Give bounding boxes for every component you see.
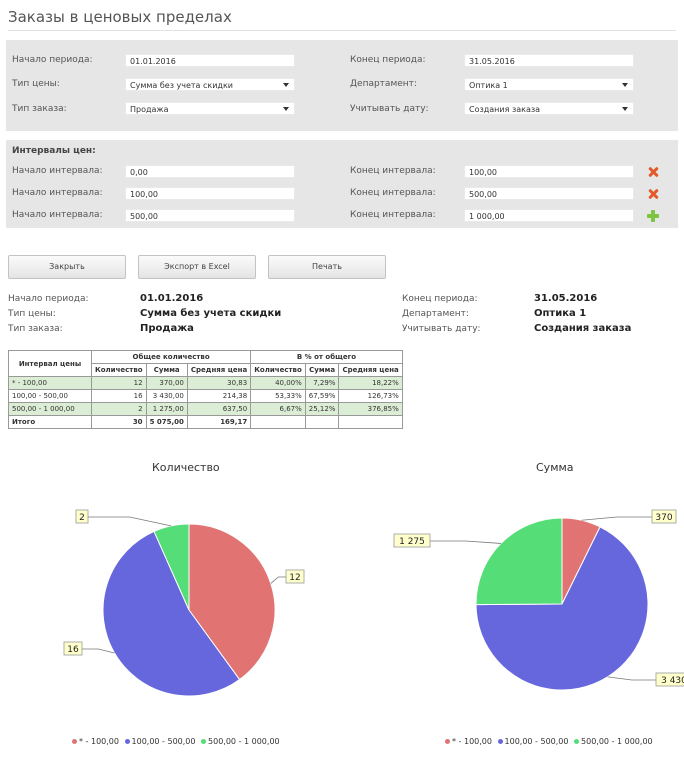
pie-data-label: 1 275 <box>399 537 425 547</box>
pie-data-label: 16 <box>67 645 79 655</box>
pie-label-connector <box>581 516 652 521</box>
legend-item: * - 100,00 <box>445 737 492 746</box>
legend-quantity: * - 100,00 100,00 - 500,00 500,00 - 1 00… <box>72 737 283 746</box>
legend-dot-icon <box>445 739 450 744</box>
legend-item: 500,00 - 1 000,00 <box>201 737 280 746</box>
pie-label-connector <box>88 516 172 527</box>
legend-item: 100,00 - 500,00 <box>124 737 195 746</box>
pie-charts: 12 16 2 370 3 430 1 275 <box>63 509 684 697</box>
legend-dot-icon <box>497 739 503 744</box>
pie-data-label: 3 430 <box>661 676 684 686</box>
legend-dot-icon <box>574 739 580 744</box>
pie-label-connector <box>430 540 501 544</box>
pie-label-connector <box>607 676 656 681</box>
pie-label-connector <box>82 648 115 654</box>
legend-sum: * - 100,00 100,00 - 500,00 500,00 - 1 00… <box>445 737 656 746</box>
legend-dot-icon <box>72 739 77 744</box>
legend-item: 100,00 - 500,00 <box>497 737 568 746</box>
pie-slice[interactable] <box>475 517 563 606</box>
legend-dot-icon <box>124 739 130 744</box>
pie-label-connector <box>270 576 286 584</box>
legend-dot-icon <box>201 739 207 744</box>
legend-item: 500,00 - 1 000,00 <box>574 737 653 746</box>
pie-data-label: 12 <box>289 573 300 583</box>
pie-data-label: 2 <box>79 513 85 523</box>
legend-item: * - 100,00 <box>72 737 119 746</box>
pie-data-label: 370 <box>655 513 672 523</box>
